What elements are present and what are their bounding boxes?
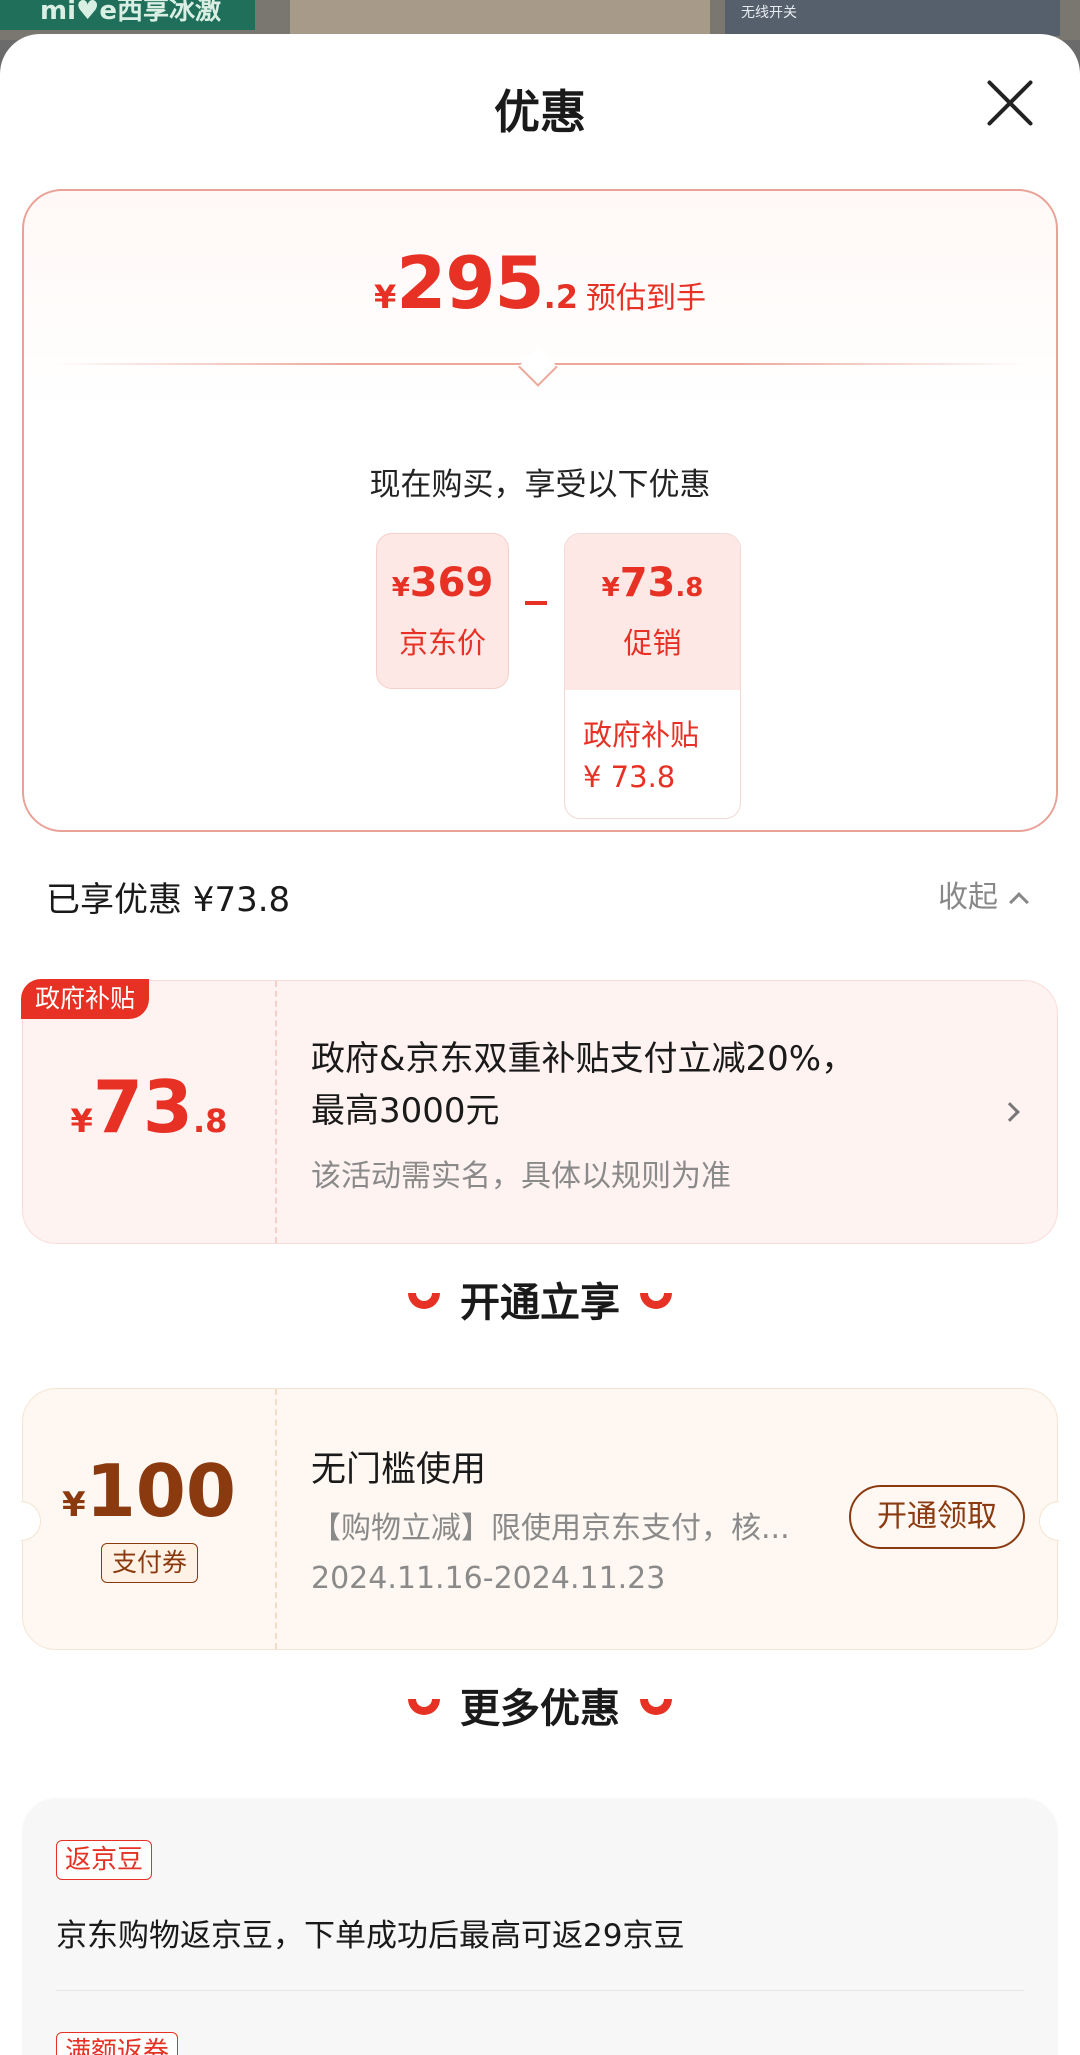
jingdou-description: 京东购物返京豆，下单成功后最高可返29京豆 [56,1918,685,1954]
discount-bottom-sheet: 优惠 ¥295.2 预估到手 现在购买，享受以下优惠 ¥369 京东价 ¥73.8… [0,34,1080,2055]
coupon-notch-right [1039,1501,1059,1541]
promo-decimal: .8 [675,573,704,603]
currency-symbol: ¥ [62,1485,86,1525]
gov-subsidy-decimal: .8 [193,1102,228,1140]
section-more-title: 更多优惠 [460,1686,620,1732]
enjoyed-discount-label: 已享优惠 ¥73.8 [46,880,291,920]
gov-subsidy-amount: ¥73.8 [23,1065,275,1149]
background-image [290,0,710,34]
section-more-header: 更多优惠 [0,1676,1080,1734]
promo-box: ¥73.8 促销 政府补贴 ¥ 73.8 [564,533,741,819]
coupon-amount: ¥100 [23,1449,275,1533]
chevron-right-icon [1000,1102,1020,1122]
gov-subsidy-note: 该活动需实名，具体以规则为准 [311,1159,731,1194]
jingdou-tag: 返京豆 [56,1840,153,1880]
coupon-title: 无门槛使用 [311,1450,487,1490]
background-tile-label: 无线开关 [741,5,797,21]
currency-symbol: ¥ [70,1102,93,1140]
close-icon[interactable] [985,78,1035,128]
jd-price-box: ¥369 京东价 [376,533,509,689]
gov-subsidy-value: ¥ 73.8 [583,760,676,794]
smile-icon [408,1293,440,1309]
background-product-tile: 无线开关 [725,0,1060,36]
coupon-value: 100 [85,1449,236,1533]
section-open-header: 开通立享 [0,1270,1080,1328]
promo-amount: ¥73.8 [565,534,740,606]
sheet-title: 优惠 [494,85,586,139]
promo-value: 73 [619,560,676,606]
estimated-price: ¥295.2 预估到手 [24,241,1056,325]
smile-icon [408,1699,440,1715]
section-open-title: 开通立享 [460,1280,620,1326]
dashed-divider [275,1389,277,1649]
more-discounts-card: 返京豆 京东购物返京豆，下单成功后最高可返29京豆 满额返券 [22,1798,1058,2055]
currency-symbol: ¥ [601,573,620,603]
background-banner-text: mi♥e西享冰激 [40,0,221,26]
dashed-divider [275,981,277,1243]
promo-header: ¥73.8 促销 [565,534,740,690]
activate-claim-button[interactable]: 开通领取 [849,1485,1025,1549]
currency-symbol: ¥ [391,573,410,603]
minus-icon [525,601,547,605]
collapse-label: 收起 [938,880,998,915]
jd-price-value: 369 [409,560,494,606]
currency-symbol: ¥ [374,278,397,316]
estimated-price-integer: 295 [396,241,544,325]
payment-coupon-card: ¥100 支付券 无门槛使用 【购物立减】限使用京东支付，核... 2024.1… [21,1388,1059,1650]
divider-notch-icon [518,347,558,387]
divider [56,1990,1024,1991]
coupon-date-range: 2024.11.16-2024.11.23 [311,1561,666,1596]
jd-price-label: 京东价 [398,626,486,660]
gov-subsidy-title: 政府&京东双重补贴支付立减20%，最高3000元 [311,1039,856,1131]
coupon-description: 【购物立减】限使用京东支付，核... [311,1511,790,1546]
gov-subsidy-card[interactable]: 政府补贴 ¥73.8 政府&京东双重补贴支付立减20%，最高3000元 该活动需… [21,979,1058,1244]
background-banner: mi♥e西享冰激 [0,0,255,30]
promo-detail: 政府补贴 ¥ 73.8 [565,690,740,798]
gov-subsidy-label: 政府补贴 [583,718,700,752]
estimated-price-decimal: .2 [543,278,578,316]
smile-icon [640,1699,672,1715]
coupon-type-badge: 支付券 [101,1543,199,1583]
chevron-up-icon [1009,892,1029,912]
estimated-price-label: 预估到手 [585,281,706,316]
jd-price-amount: ¥369 [377,560,508,606]
gov-subsidy-value: 73 [92,1065,194,1149]
collapse-button[interactable]: 收起 [938,872,1029,916]
buy-now-text: 现在购买，享受以下优惠 [369,467,711,503]
smile-icon [640,1293,672,1309]
promo-label: 促销 [623,626,682,660]
full-return-coupon-tag: 满额返券 [56,2032,179,2055]
gov-subsidy-tag: 政府补贴 [21,979,150,1019]
price-summary-card: ¥295.2 预估到手 现在购买，享受以下优惠 ¥369 京东价 ¥73.8 促销… [22,189,1058,832]
